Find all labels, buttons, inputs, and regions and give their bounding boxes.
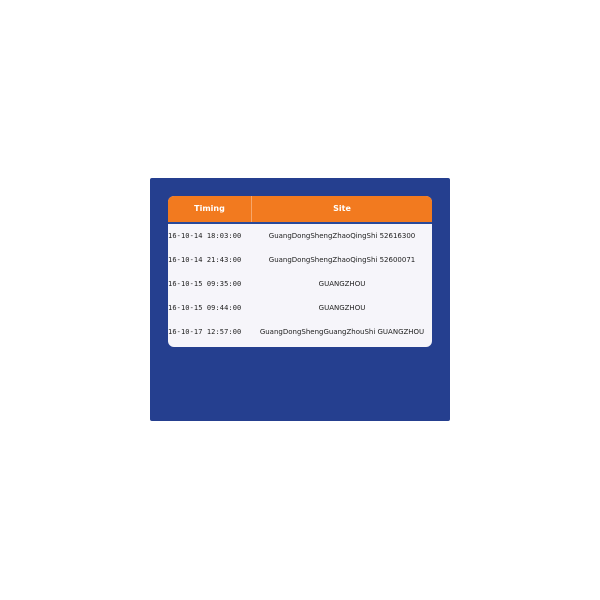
column-header-site: Site: [333, 204, 351, 213]
table-body: 16-10-14 18:03:00 GuangDongShengZhaoQing…: [168, 224, 432, 344]
tracking-panel: Timing Site 16-10-14 18:03:00 GuangDongS…: [150, 178, 450, 421]
site-cell: GUANGZHOU: [318, 280, 366, 288]
table-row: 16-10-17 12:57:00 GuangDongShengGuangZho…: [168, 320, 432, 344]
timing-cell: 16-10-15 09:35:00: [168, 280, 242, 288]
table-row: 16-10-15 09:35:00 GUANGZHOU: [168, 272, 432, 296]
table-row: 16-10-14 18:03:00 GuangDongShengZhaoQing…: [168, 224, 432, 248]
site-cell: GuangDongShengZhaoQingShi 52616300: [268, 232, 416, 240]
table-row: 16-10-14 21:43:00 GuangDongShengZhaoQing…: [168, 248, 432, 272]
timing-cell: 16-10-17 12:57:00: [168, 328, 242, 336]
site-cell: GUANGZHOU: [318, 304, 366, 312]
table-row: 16-10-15 09:44:00 GUANGZHOU: [168, 296, 432, 320]
timing-cell: 16-10-14 18:03:00: [168, 232, 242, 240]
site-cell: GuangDongShengZhaoQingShi 52600071: [268, 256, 416, 264]
table-header: Timing Site: [168, 196, 432, 224]
column-header-timing: Timing: [168, 196, 252, 222]
timing-cell: 16-10-14 21:43:00: [168, 256, 242, 264]
tracking-table: Timing Site 16-10-14 18:03:00 GuangDongS…: [168, 196, 432, 347]
site-cell: GuangDongShengGuangZhouShi GUANGZHOU: [259, 328, 425, 336]
timing-cell: 16-10-15 09:44:00: [168, 304, 242, 312]
